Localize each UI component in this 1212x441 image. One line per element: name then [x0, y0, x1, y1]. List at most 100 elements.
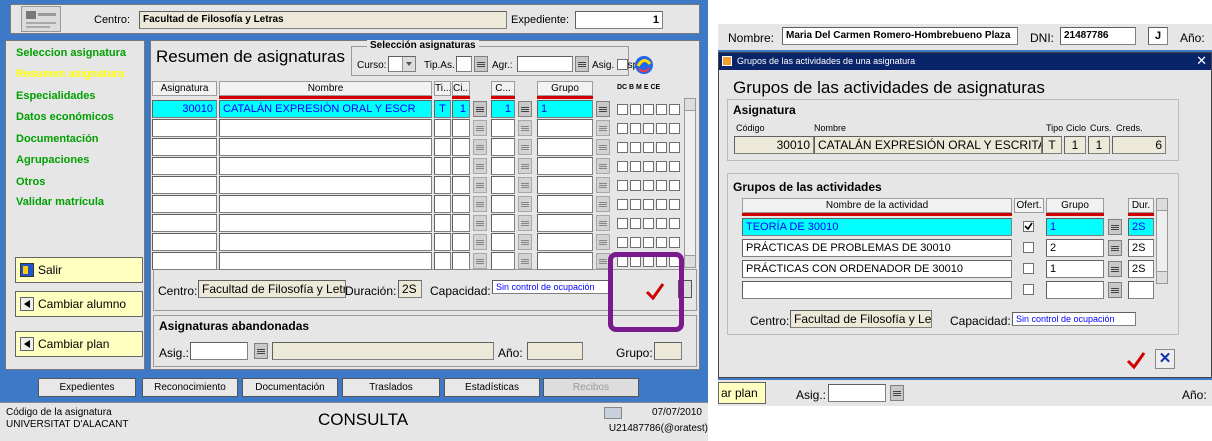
tab-traslados[interactable]: Traslados — [342, 378, 440, 397]
sidebar-item-seleccion[interactable]: Seleccion asignatura — [16, 47, 126, 59]
row-lov-button[interactable] — [473, 101, 487, 117]
flag-checkbox[interactable] — [630, 161, 641, 172]
table-row[interactable] — [151, 214, 691, 233]
flag-checkbox[interactable] — [643, 180, 654, 191]
cambiar-plan-partial[interactable]: ar plan — [718, 382, 766, 404]
flag-checkbox[interactable] — [643, 199, 654, 210]
flag-checkbox[interactable] — [643, 161, 654, 172]
row-lov-button[interactable] — [518, 101, 532, 117]
sidebar-item-otros[interactable]: Otros — [16, 176, 45, 188]
row-lov-button[interactable] — [473, 234, 487, 250]
dialog-accept-icon[interactable] — [1125, 349, 1147, 371]
row-cell[interactable] — [491, 214, 515, 232]
flag-checkbox[interactable] — [617, 199, 628, 210]
grupo-lov-button[interactable] — [1108, 282, 1122, 298]
row-cell[interactable] — [537, 119, 593, 137]
row-cell[interactable] — [219, 176, 432, 194]
table-row[interactable] — [151, 195, 691, 214]
row-lov-button[interactable] — [596, 139, 610, 155]
row-lov-button[interactable] — [518, 158, 532, 174]
row-lov-button[interactable] — [596, 215, 610, 231]
row-cell[interactable] — [491, 233, 515, 251]
close-icon[interactable]: ✕ — [1196, 53, 1207, 69]
flag-checkbox[interactable] — [656, 237, 667, 248]
row-nombre[interactable]: CATALÁN EXPRESIÓN ORAL Y ESCR — [219, 100, 432, 118]
flag-checkbox[interactable] — [669, 123, 680, 134]
search-icon[interactable] — [633, 54, 655, 76]
activity-grupo[interactable] — [1046, 281, 1104, 299]
row-cell[interactable] — [491, 176, 515, 194]
row-cell[interactable] — [452, 176, 470, 194]
flag-checkbox[interactable] — [656, 123, 667, 134]
agr-field[interactable] — [517, 56, 573, 72]
below-asig-field[interactable] — [828, 384, 886, 402]
row-lov-button[interactable] — [473, 196, 487, 212]
sidebar-item-agrupaciones[interactable]: Agrupaciones — [16, 154, 89, 166]
table-row[interactable] — [151, 138, 691, 157]
table-row[interactable] — [151, 233, 691, 252]
flag-checkbox[interactable] — [617, 123, 628, 134]
row-lov-button[interactable] — [596, 177, 610, 193]
row-lov-button[interactable] — [473, 139, 487, 155]
dialog-cancel-icon[interactable]: ✕ — [1155, 349, 1175, 369]
flag-checkbox[interactable] — [617, 218, 628, 229]
row-cell[interactable] — [452, 138, 470, 156]
row-cell[interactable] — [152, 119, 217, 137]
row-lov-button[interactable] — [596, 101, 610, 117]
asig-lov-button[interactable] — [254, 343, 268, 359]
flag-checkbox[interactable] — [617, 142, 628, 153]
tab-estadisticas[interactable]: Estadísticas — [444, 378, 540, 397]
table-row[interactable] — [151, 119, 691, 138]
row-cell[interactable] — [152, 176, 217, 194]
row-cell[interactable] — [537, 195, 593, 213]
row-lov-button[interactable] — [518, 177, 532, 193]
row-cell[interactable] — [152, 233, 217, 251]
row-cell[interactable] — [219, 214, 432, 232]
asig-field[interactable] — [190, 342, 248, 360]
flag-checkbox[interactable] — [669, 142, 680, 153]
row-lov-button[interactable] — [473, 215, 487, 231]
sidebar-item-especialidades[interactable]: Especialidades — [16, 90, 96, 102]
flag-checkbox[interactable] — [656, 104, 667, 115]
row-lov-button[interactable] — [596, 120, 610, 136]
flag-checkbox[interactable] — [630, 104, 641, 115]
sidebar-item-validar[interactable]: Validar matrícula — [16, 196, 104, 208]
activity-name[interactable]: PRÁCTICAS DE PROBLEMAS DE 30010 — [742, 239, 1012, 257]
table-row[interactable] — [151, 176, 691, 195]
row-lov-button[interactable] — [596, 158, 610, 174]
row-cell[interactable] — [452, 119, 470, 137]
flag-checkbox[interactable] — [656, 180, 667, 191]
agr-lov-button[interactable] — [575, 56, 589, 72]
cambiar-alumno-button[interactable]: Cambiar alumno — [15, 291, 143, 317]
grupo-lov-button[interactable] — [1108, 261, 1122, 277]
flag-checkbox[interactable] — [630, 237, 641, 248]
flag-checkbox[interactable] — [630, 218, 641, 229]
row-cell[interactable] — [434, 157, 451, 175]
activity-name[interactable]: PRÁCTICAS CON ORDENADOR DE 30010 — [742, 260, 1012, 278]
row-cell[interactable] — [152, 252, 217, 270]
row-ci[interactable]: 1 — [452, 100, 470, 118]
flag-checkbox[interactable] — [669, 161, 680, 172]
flag-checkbox[interactable] — [669, 199, 680, 210]
flag-checkbox[interactable] — [669, 218, 680, 229]
row-lov-button[interactable] — [518, 120, 532, 136]
row-lov-button[interactable] — [596, 196, 610, 212]
flag-checkbox[interactable] — [643, 123, 654, 134]
ofert-checkbox[interactable] — [1023, 284, 1034, 295]
tipas-field[interactable] — [456, 56, 472, 72]
flag-checkbox[interactable] — [656, 199, 667, 210]
row-cell[interactable] — [434, 119, 451, 137]
flag-checkbox[interactable] — [643, 142, 654, 153]
row-cell[interactable] — [491, 138, 515, 156]
row-cell[interactable] — [491, 157, 515, 175]
activity-name[interactable] — [742, 281, 1012, 299]
row-cell[interactable] — [434, 195, 451, 213]
activity-grupo[interactable]: 1 — [1046, 218, 1104, 236]
row-cell[interactable] — [152, 195, 217, 213]
flag-checkbox[interactable] — [643, 237, 654, 248]
flag-checkbox[interactable] — [617, 161, 628, 172]
flag-checkbox[interactable] — [617, 237, 628, 248]
activity-grupo[interactable]: 1 — [1046, 260, 1104, 278]
row-c[interactable]: 1 — [491, 100, 515, 118]
row-cell[interactable] — [152, 214, 217, 232]
